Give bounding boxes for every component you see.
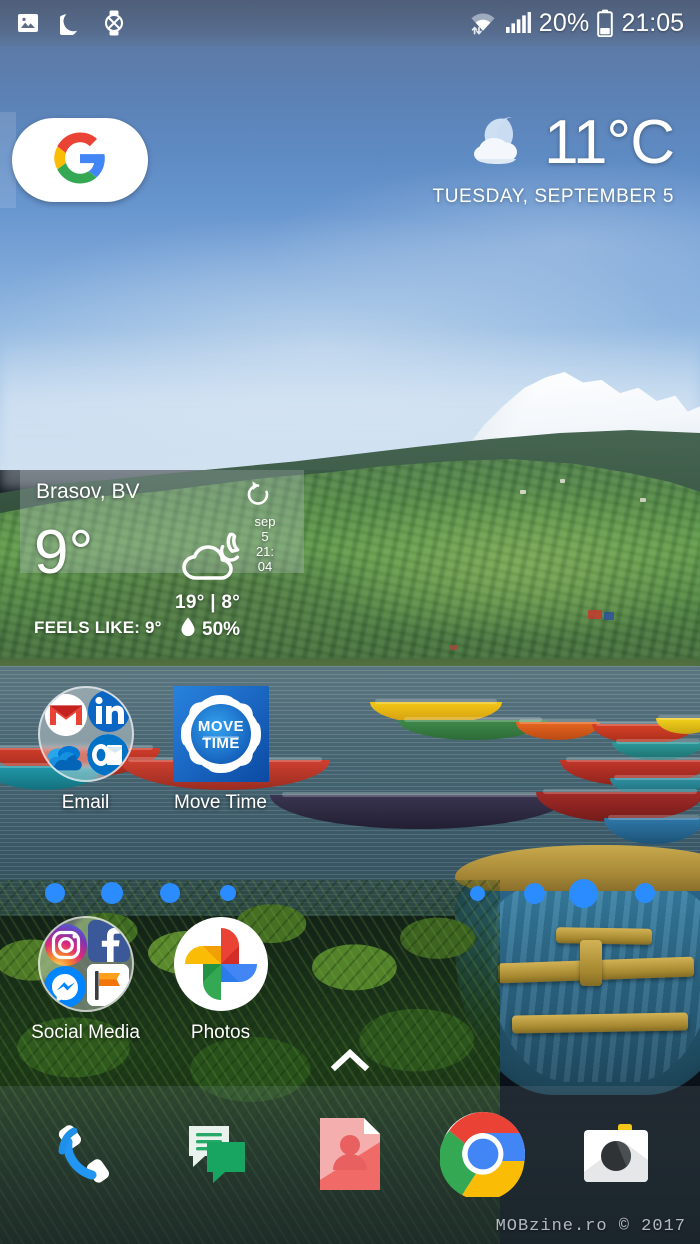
- status-bar-clock: 21:05: [621, 8, 684, 37]
- watermark: MOBzine.ro © 2017: [495, 1217, 686, 1236]
- email-folder-icon[interactable]: [37, 686, 134, 782]
- battery-low-icon: [597, 9, 614, 37]
- status-bar[interactable]: 20% 21:05: [0, 0, 700, 46]
- top-weather-temperature: 11°C: [544, 108, 675, 177]
- top-weather-widget[interactable]: 11°C TUESDAY, SEPTEMBER 5: [432, 108, 675, 208]
- dock-item-messages[interactable]: [169, 1108, 265, 1204]
- dock-item-contacts[interactable]: [302, 1108, 398, 1204]
- weather-city-label: Brasov, BV: [36, 480, 140, 503]
- svg-text:MOVE: MOVE: [197, 718, 243, 735]
- facebook-icon: [87, 920, 130, 962]
- folder-social-media[interactable]: Social Media: [18, 916, 153, 1044]
- wifi-with-transfer-arrows-icon: [469, 10, 497, 36]
- app-row: Social Media Photos: [0, 916, 700, 1044]
- app-drawer-handle[interactable]: [0, 1046, 700, 1077]
- app-grid: Email MOVE TIME Move Time Social Media P…: [0, 686, 700, 1044]
- cloud-with-moon-icon: [178, 532, 250, 593]
- cellular-signal-icon: [505, 11, 531, 35]
- moon-behind-cloud-icon: [468, 113, 530, 174]
- weather-widget[interactable]: Brasov, BV sep 5 21: 04 9° 19° | 8° FEEL…: [20, 470, 304, 644]
- google-g-icon: [54, 132, 106, 189]
- weather-feels-like: FEELS LIKE: 9°: [34, 618, 162, 637]
- google-photos-icon[interactable]: [173, 916, 269, 1012]
- weather-precipitation-value: 50%: [202, 619, 241, 640]
- linkedin-icon: [87, 690, 130, 732]
- dock-item-chrome[interactable]: [435, 1108, 531, 1204]
- messenger-icon: [43, 966, 86, 1008]
- move-time-icon[interactable]: MOVE TIME: [172, 686, 269, 782]
- weather-current-temperature: 9°: [34, 518, 94, 587]
- folder-label: Social Media: [31, 1022, 140, 1043]
- camera-icon: [574, 1112, 658, 1201]
- water-drop-icon: [180, 616, 196, 644]
- chevron-up-icon[interactable]: [330, 1048, 370, 1076]
- contacts-icon: [310, 1112, 390, 1201]
- folder-email[interactable]: Email: [18, 686, 153, 814]
- weather-high-low: 19° | 8°: [175, 592, 241, 613]
- messages-icon: [175, 1112, 259, 1201]
- google-search-widget[interactable]: [12, 118, 148, 202]
- top-weather-date: TUESDAY, SEPTEMBER 5: [432, 186, 674, 207]
- chrome-icon: [439, 1111, 526, 1202]
- status-bar-left-icons: [16, 10, 126, 36]
- home-screen: 20% 21:05 11°C TUESDAY, SEPTEMBER 5 Bras…: [0, 0, 700, 1244]
- photo-icon: [16, 11, 40, 35]
- onedrive-icon: [44, 736, 86, 778]
- dock-item-camera[interactable]: [568, 1108, 664, 1204]
- battery-percent-label: 20%: [538, 8, 590, 37]
- app-photos[interactable]: Photos: [153, 916, 288, 1044]
- flipboard-icon: [86, 964, 129, 1006]
- phone-icon: [44, 1114, 124, 1199]
- wearable-disconnected-icon: [102, 10, 126, 36]
- outlook-icon: [86, 734, 129, 776]
- dock-item-phone[interactable]: [36, 1108, 132, 1204]
- app-row: Email MOVE TIME Move Time: [0, 686, 700, 814]
- app-label: Move Time: [174, 792, 267, 813]
- weather-precipitation: 50%: [180, 616, 240, 644]
- app-label: Photos: [190, 1022, 251, 1043]
- refresh-icon[interactable]: [245, 478, 271, 513]
- folder-label: Email: [61, 792, 110, 813]
- social-media-folder-icon[interactable]: [37, 916, 134, 1012]
- app-move-time[interactable]: MOVE TIME Move Time: [153, 686, 288, 814]
- do-not-disturb-moon-icon: [60, 11, 82, 35]
- gmail-icon: [44, 694, 87, 736]
- status-bar-right-icons: 20% 21:05: [469, 9, 684, 38]
- instagram-icon: [44, 924, 87, 966]
